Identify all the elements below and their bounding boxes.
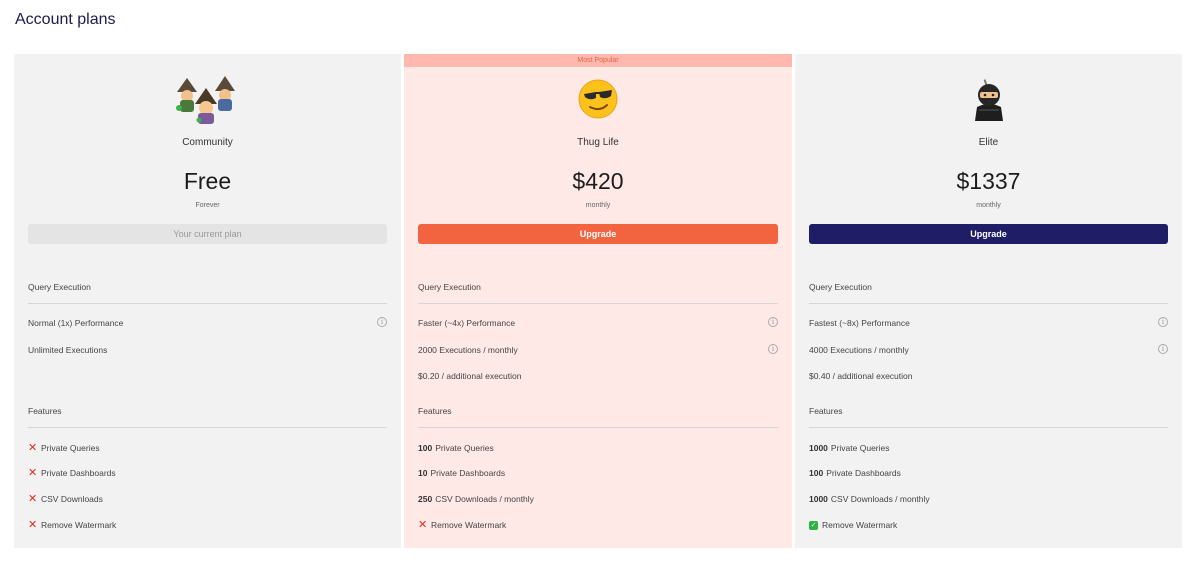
feature-label: CSV Downloads <box>41 494 103 504</box>
feature-quantity: 1000 <box>809 443 828 453</box>
feature-label: Private Queries <box>830 443 890 453</box>
query-execution-heading: Query Execution <box>809 282 1168 304</box>
performance-row: Fastest (~8x) Performance i <box>809 317 1168 329</box>
query-execution-heading: Query Execution <box>418 282 778 304</box>
most-popular-badge: Most Popular <box>404 54 792 67</box>
plan-period: monthly <box>585 202 611 209</box>
performance-label: Normal (1x) Performance <box>28 318 124 328</box>
additional-execution-row: $0.40 / additional execution <box>809 370 1168 382</box>
executions-row: 4000 Executions / monthly i <box>809 344 1168 356</box>
plan-name: Thug Life <box>577 137 619 148</box>
info-icon[interactable]: i <box>1158 317 1168 327</box>
feature-row: 1000 CSV Downloads / monthly <box>809 493 1168 505</box>
plan-price: $1337 <box>956 168 1021 194</box>
executions-row: Unlimited Executions <box>28 344 387 356</box>
feature-row: 100 Private Dashboards <box>809 467 1168 479</box>
executions-label: 4000 Executions / monthly <box>809 345 909 355</box>
feature-row: 10 Private Dashboards <box>418 467 778 479</box>
plans-grid: Community Free Forever Your current plan… <box>14 54 1182 548</box>
plan-name: Community <box>182 137 233 148</box>
feature-label: Remove Watermark <box>431 520 507 530</box>
performance-row: Normal (1x) Performance i <box>28 317 387 329</box>
sunglasses-face-icon <box>404 74 792 124</box>
feature-row: ✕ Private Queries <box>28 442 387 454</box>
plan-price: Free <box>183 168 232 194</box>
ninja-icon <box>795 74 1182 124</box>
feature-row: 250 CSV Downloads / monthly <box>418 493 778 505</box>
feature-row: ✕ Private Dashboards <box>28 467 387 479</box>
cross-icon: ✕ <box>28 493 38 505</box>
feature-label: Private Dashboards <box>430 468 506 478</box>
performance-row: Faster (~4x) Performance i <box>418 317 778 329</box>
plan-card-community: Community Free Forever Your current plan… <box>14 54 401 548</box>
feature-label: CSV Downloads / monthly <box>830 494 930 504</box>
cross-icon: ✕ <box>418 519 428 531</box>
feature-row: ✕ CSV Downloads <box>28 493 387 505</box>
plan-period: Forever <box>195 202 220 209</box>
feature-label: Private Queries <box>435 443 494 453</box>
plan-card-thug-life: Most Popular Thug Life $420 monthly Upgr… <box>404 54 792 548</box>
feature-label: Private Dashboards <box>41 468 116 478</box>
performance-label: Faster (~4x) Performance <box>418 318 516 328</box>
features-heading: Features <box>28 406 387 428</box>
plan-card-elite: Elite $1337 monthly Upgrade Query Execut… <box>795 54 1182 548</box>
feature-quantity: 100 <box>809 468 824 478</box>
wizard-group-icon <box>14 74 401 124</box>
info-icon[interactable]: i <box>377 317 387 327</box>
plan-period: monthly <box>976 202 1001 209</box>
info-icon[interactable]: i <box>768 317 778 327</box>
features-heading: Features <box>418 406 778 428</box>
executions-row: 2000 Executions / monthly i <box>418 344 778 356</box>
feature-quantity: 10 <box>418 468 428 478</box>
performance-label: Fastest (~8x) Performance <box>809 318 910 328</box>
additional-execution-row: $0.20 / additional execution <box>418 370 778 382</box>
feature-row: ✓ Remove Watermark <box>809 519 1168 531</box>
feature-quantity: 1000 <box>809 494 828 504</box>
feature-label: CSV Downloads / monthly <box>435 494 534 504</box>
feature-label: Private Dashboards <box>826 468 901 478</box>
upgrade-button[interactable]: Upgrade <box>809 224 1168 244</box>
additional-execution-label: $0.40 / additional execution <box>809 371 913 381</box>
cross-icon: ✕ <box>28 519 38 531</box>
feature-row: 100 Private Queries <box>418 442 778 454</box>
page-title: Account plans <box>15 11 116 28</box>
features-heading: Features <box>809 406 1168 428</box>
feature-row: ✕ Remove Watermark <box>418 519 778 531</box>
feature-label: Remove Watermark <box>822 520 898 530</box>
cross-icon: ✕ <box>28 467 38 479</box>
executions-label: Unlimited Executions <box>28 345 108 355</box>
info-icon[interactable]: i <box>768 344 778 354</box>
current-plan-button[interactable]: Your current plan <box>28 224 387 244</box>
feature-quantity: 100 <box>418 443 433 453</box>
checkmark-icon: ✓ <box>809 520 818 530</box>
feature-quantity: 250 <box>418 494 433 504</box>
additional-execution-label: $0.20 / additional execution <box>418 371 522 381</box>
plan-price: $420 <box>572 168 624 194</box>
feature-label: Private Queries <box>41 443 100 453</box>
query-execution-heading: Query Execution <box>28 282 387 304</box>
plan-name: Elite <box>978 137 999 148</box>
info-icon[interactable]: i <box>1158 344 1168 354</box>
upgrade-button[interactable]: Upgrade <box>418 224 778 244</box>
cross-icon: ✕ <box>28 442 38 454</box>
feature-label: Remove Watermark <box>41 520 117 530</box>
feature-row: ✕ Remove Watermark <box>28 519 387 531</box>
executions-label: 2000 Executions / monthly <box>418 345 518 355</box>
feature-row: 1000 Private Queries <box>809 442 1168 454</box>
